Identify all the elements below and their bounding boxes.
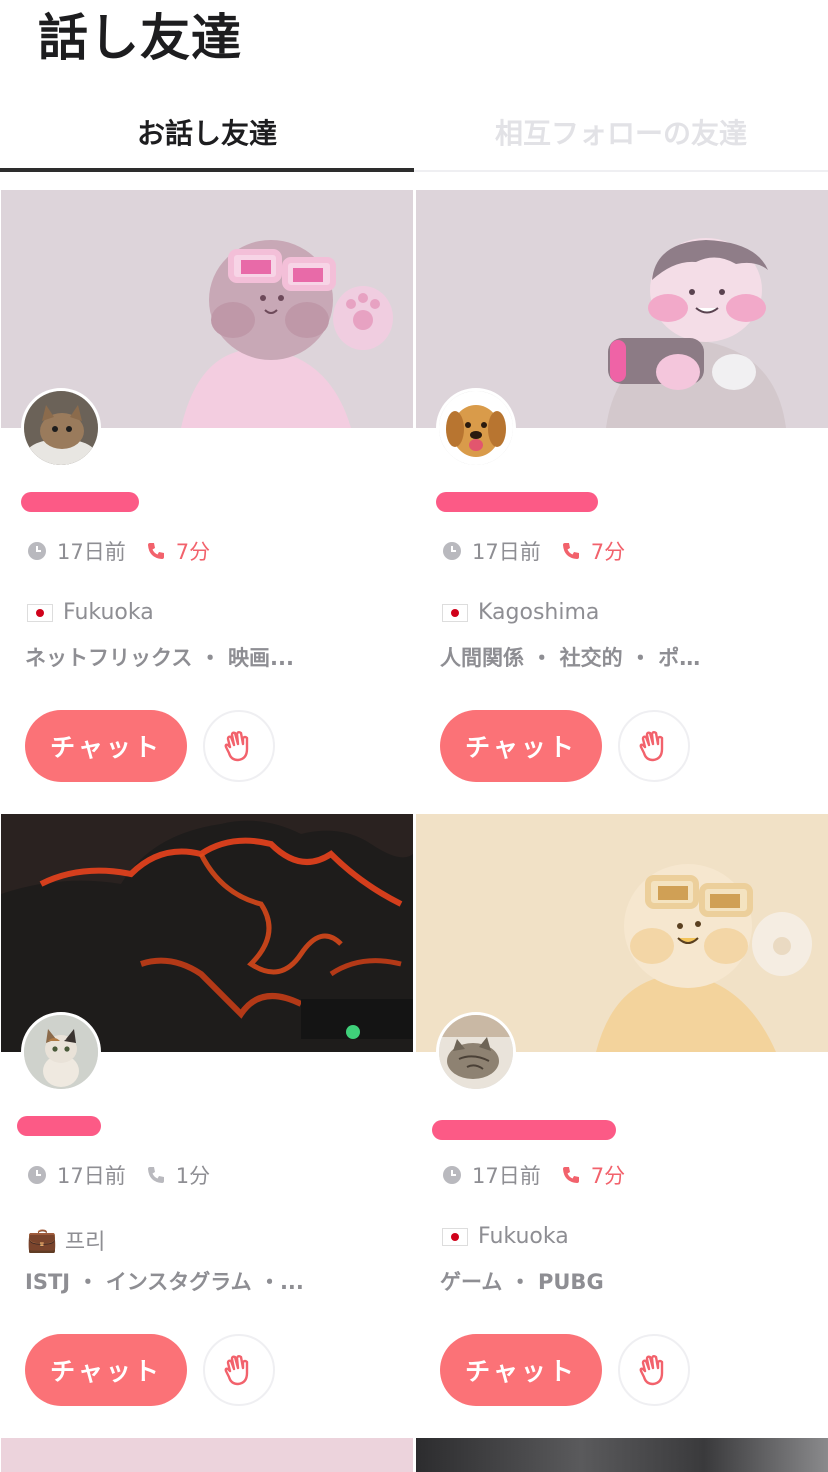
- waving-hand-icon: [224, 731, 249, 762]
- location: Fukuoka: [442, 1224, 569, 1249]
- chat-button[interactable]: チャット: [25, 710, 187, 782]
- location: 💼 프리: [27, 1224, 105, 1256]
- active-tab-indicator: [0, 168, 414, 172]
- japan-flag-icon: [442, 1227, 468, 1246]
- name-redaction: [432, 1120, 616, 1140]
- tab-talk-friends[interactable]: お話し友達: [0, 92, 414, 172]
- wave-button[interactable]: [203, 1334, 275, 1406]
- clock-icon: [28, 542, 46, 560]
- name-redaction: [17, 1116, 101, 1136]
- chat-button[interactable]: チャット: [25, 1334, 187, 1406]
- friend-card[interactable]: 17日前 7分 Kagoshima 人間関係 ・ 社交的 ・ ポ… チャット: [416, 190, 828, 812]
- friend-card[interactable]: 17日前 7分 Fukuoka ネットフリックス ・ 映画... チャット: [1, 190, 413, 812]
- avatar[interactable]: [436, 388, 516, 468]
- japan-flag-icon: [442, 603, 468, 622]
- call-duration: 7分: [175, 540, 211, 564]
- japan-flag-icon: [27, 603, 53, 622]
- page-title: 話し友達: [38, 9, 242, 67]
- location: Kagoshima: [442, 600, 599, 625]
- interests-text: ISTJ ・ インスタグラム ・...: [25, 1270, 304, 1294]
- interests-text: 人間関係 ・ 社交的 ・ ポ…: [440, 646, 701, 670]
- clock-icon: [28, 1166, 46, 1184]
- briefcase-icon: 💼: [27, 1226, 57, 1254]
- location-text: Fukuoka: [478, 1224, 569, 1249]
- phone-icon: [147, 1167, 164, 1183]
- avatar[interactable]: [21, 1012, 101, 1092]
- last-seen-text: 17日前: [57, 540, 126, 564]
- phone-icon: [147, 543, 164, 559]
- activity-meta: 17日前 7分: [442, 1160, 625, 1190]
- phone-icon: [562, 543, 579, 559]
- interests-text: ゲーム ・ PUBG: [440, 1270, 604, 1294]
- avatar[interactable]: [21, 388, 101, 468]
- waving-hand-icon: [639, 1355, 664, 1386]
- next-card-cover[interactable]: [1, 1438, 413, 1472]
- chat-button[interactable]: チャット: [440, 710, 602, 782]
- last-seen-text: 17日前: [472, 540, 541, 564]
- wave-button[interactable]: [618, 1334, 690, 1406]
- tab-bar: お話し友達 相互フォローの友達: [0, 92, 828, 174]
- phone-icon: [562, 1167, 579, 1183]
- location-text: Kagoshima: [478, 600, 600, 625]
- activity-meta: 17日前 1分: [27, 1160, 210, 1190]
- activity-meta: 17日前 7分: [27, 536, 210, 566]
- last-seen-text: 17日前: [472, 1164, 541, 1188]
- last-seen-text: 17日前: [57, 1164, 126, 1188]
- location: Fukuoka: [27, 600, 154, 625]
- call-duration: 7分: [590, 540, 626, 564]
- location-text: Fukuoka: [63, 600, 154, 625]
- friend-card[interactable]: 17日前 1分 💼 프리 ISTJ ・ インスタグラム ・... チャット: [1, 814, 413, 1436]
- interests-text: ネットフリックス ・ 映画...: [25, 646, 294, 670]
- name-redaction: [21, 492, 139, 512]
- avatar[interactable]: [436, 1012, 516, 1092]
- waving-hand-icon: [639, 731, 664, 762]
- location-text: 프리: [64, 1230, 106, 1255]
- next-card-cover[interactable]: [416, 1438, 828, 1472]
- wave-button[interactable]: [203, 710, 275, 782]
- waving-hand-icon: [224, 1355, 249, 1386]
- name-redaction: [436, 492, 598, 512]
- wave-button[interactable]: [618, 710, 690, 782]
- chat-button[interactable]: チャット: [440, 1334, 602, 1406]
- clock-icon: [443, 1166, 461, 1184]
- call-duration: 1分: [175, 1164, 211, 1188]
- friend-card[interactable]: 17日前 7分 Fukuoka ゲーム ・ PUBG チャット: [416, 814, 828, 1436]
- tab-mutual-follow-friends[interactable]: 相互フォローの友達: [414, 92, 828, 172]
- activity-meta: 17日前 7分: [442, 536, 625, 566]
- clock-icon: [443, 542, 461, 560]
- call-duration: 7分: [590, 1164, 626, 1188]
- tab-divider: [414, 170, 828, 172]
